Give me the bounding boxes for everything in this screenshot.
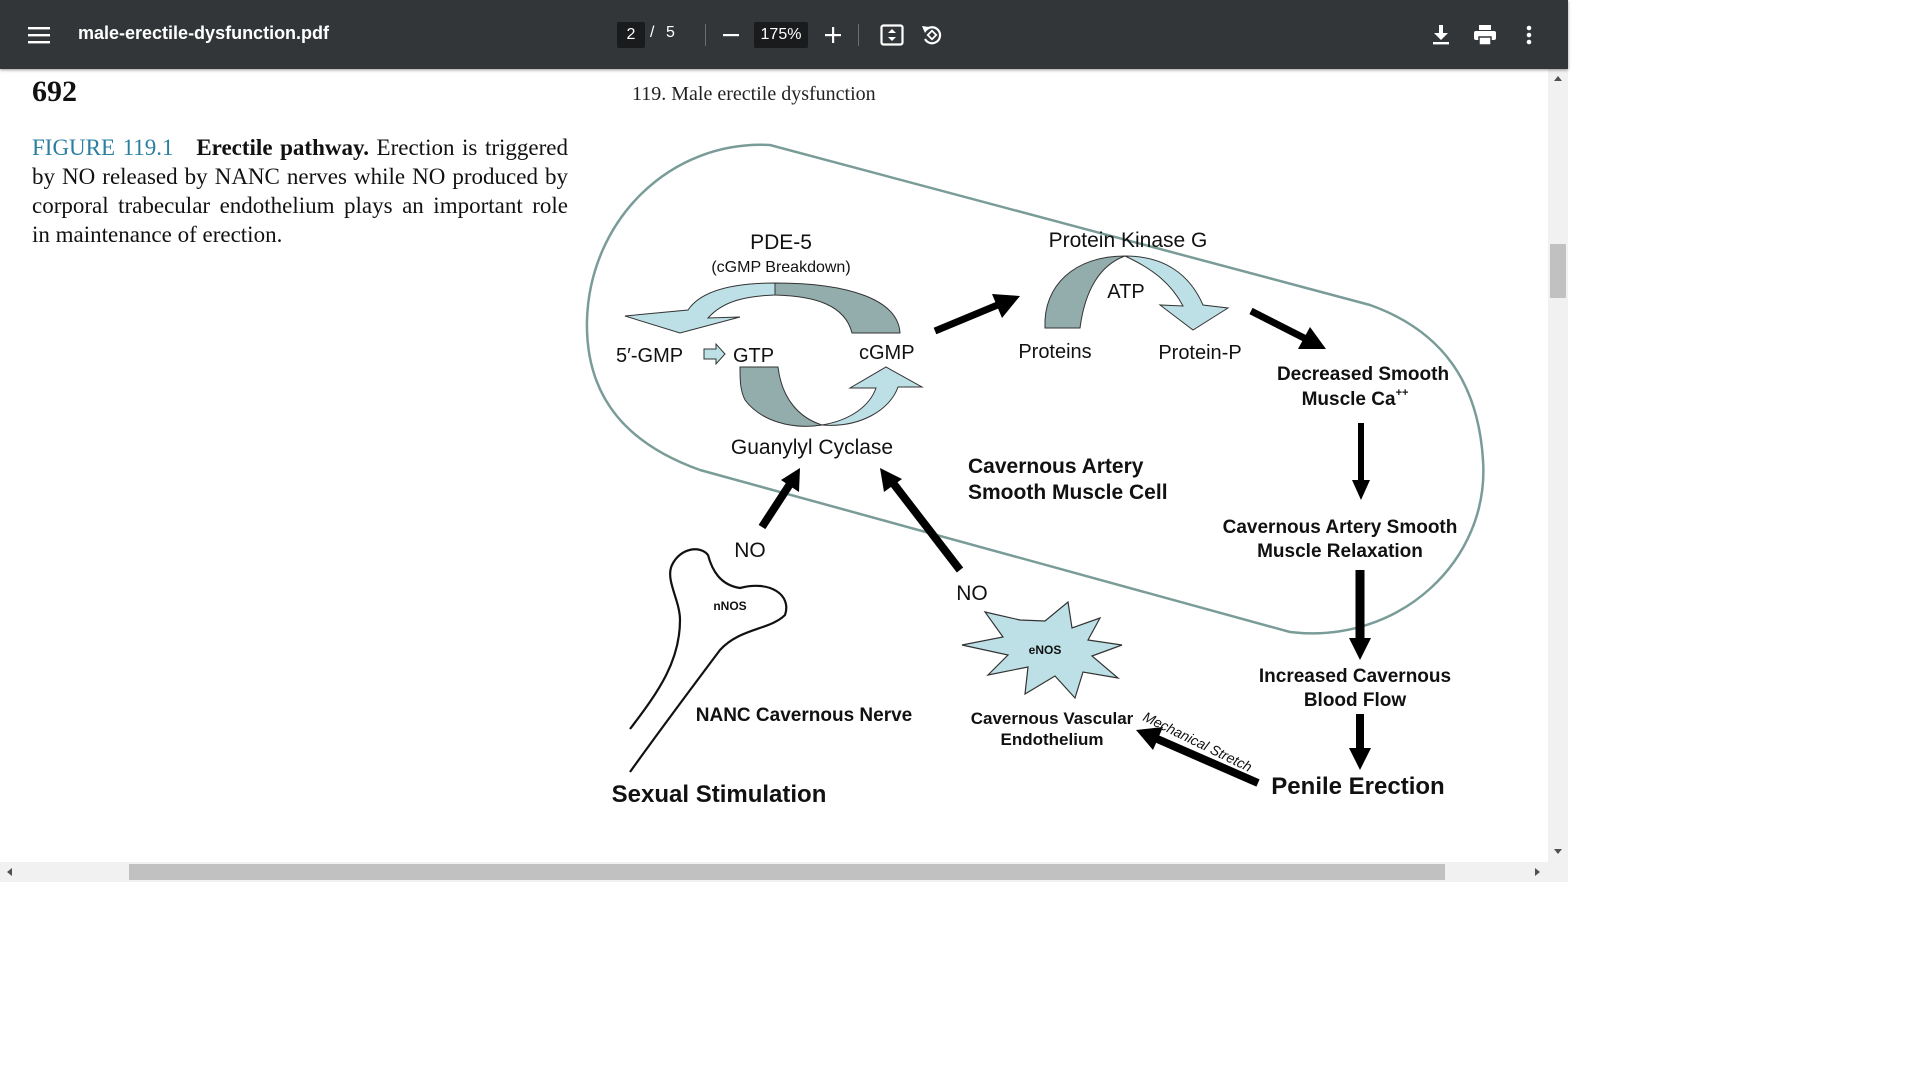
scroll-down-icon[interactable] bbox=[1550, 844, 1566, 858]
blood-flow-label-1: Increased Cavernous bbox=[1259, 666, 1451, 687]
pdf-toolbar: male-erectile-dysfunction.pdf 2 / 5 175% bbox=[0, 0, 1568, 69]
print-icon[interactable] bbox=[1470, 21, 1500, 49]
fit-page-icon[interactable] bbox=[878, 21, 906, 49]
relaxation-label-1: Cavernous Artery Smooth bbox=[1223, 517, 1458, 538]
total-pages: 5 bbox=[666, 24, 675, 41]
pde5-arrow-light bbox=[624, 282, 776, 334]
cell-label-2: Smooth Muscle Cell bbox=[968, 481, 1168, 504]
pdf-viewer[interactable]: 692 119. Male erectile dysfunction FIGUR… bbox=[0, 69, 1548, 862]
pde5-sub-label: (cGMP Breakdown) bbox=[711, 259, 850, 276]
gtp-label: GTP bbox=[733, 345, 774, 367]
nanc-nerve-shape bbox=[629, 548, 788, 773]
file-title: male-erectile-dysfunction.pdf bbox=[78, 23, 330, 43]
endothelium-label-1: Cavernous Vascular bbox=[971, 709, 1134, 728]
scroll-right-icon[interactable] bbox=[1530, 864, 1544, 880]
horizontal-scrollbar-thumb[interactable] bbox=[129, 864, 1445, 880]
relaxation-label-2: Muscle Relaxation bbox=[1257, 541, 1423, 562]
protein-p-label: Protein-P bbox=[1158, 342, 1241, 364]
atp-label: ATP bbox=[1107, 281, 1144, 303]
gc-arrow-dark bbox=[739, 366, 823, 427]
guanylyl-cyclase-label: Guanylyl Cyclase bbox=[731, 436, 893, 459]
penile-erection-label: Penile Erection bbox=[1271, 773, 1444, 800]
sexual-stimulation-label: Sexual Stimulation bbox=[612, 781, 827, 808]
zoom-input[interactable]: 175% bbox=[754, 22, 808, 48]
no-left-label: NO bbox=[734, 539, 766, 562]
gc-arrow-light bbox=[821, 366, 924, 426]
more-options-icon[interactable] bbox=[1516, 21, 1542, 49]
decreased-ca-label-1: Decreased Smooth bbox=[1277, 364, 1449, 385]
vertical-scrollbar[interactable] bbox=[1548, 69, 1568, 862]
scroll-up-icon[interactable] bbox=[1550, 71, 1566, 85]
zoom-in-icon[interactable] bbox=[820, 22, 846, 48]
pkg-label: Protein Kinase G bbox=[1049, 229, 1208, 252]
page-separator: / bbox=[650, 24, 655, 41]
gtp-to-gmp-arrow bbox=[703, 342, 726, 366]
rotate-icon[interactable] bbox=[918, 21, 946, 49]
nnos-label: nNOS bbox=[713, 599, 746, 613]
erectile-pathway-diagram: PDE-5 (cGMP Breakdown) 5′-GMP GTP cGMP G… bbox=[585, 143, 1485, 808]
enos-label: eNOS bbox=[1029, 643, 1062, 657]
zoom-out-icon[interactable] bbox=[718, 22, 744, 48]
vertical-scrollbar-thumb[interactable] bbox=[1550, 244, 1566, 298]
toolbar-divider bbox=[705, 24, 706, 46]
no-right-label: NO bbox=[956, 582, 988, 605]
scroll-left-icon[interactable] bbox=[2, 864, 16, 880]
toolbar-divider bbox=[858, 24, 859, 46]
pde5-arrow-dark bbox=[774, 282, 901, 334]
decreased-ca-label-2: Muscle Ca++ bbox=[1302, 387, 1409, 410]
pde5-label: PDE-5 bbox=[750, 231, 812, 254]
page-number-input[interactable]: 2 bbox=[617, 22, 645, 48]
download-icon[interactable] bbox=[1427, 21, 1455, 49]
blood-flow-label-2: Blood Flow bbox=[1304, 690, 1407, 711]
cgmp-label: cGMP bbox=[859, 342, 915, 364]
gmp-label: 5′-GMP bbox=[616, 345, 683, 367]
endothelium-label-2: Endothelium bbox=[1001, 730, 1104, 749]
cell-label-1: Cavernous Artery bbox=[968, 455, 1144, 478]
menu-icon[interactable] bbox=[24, 20, 54, 50]
proteins-label: Proteins bbox=[1018, 341, 1091, 363]
nanc-nerve-label: NANC Cavernous Nerve bbox=[696, 705, 912, 726]
